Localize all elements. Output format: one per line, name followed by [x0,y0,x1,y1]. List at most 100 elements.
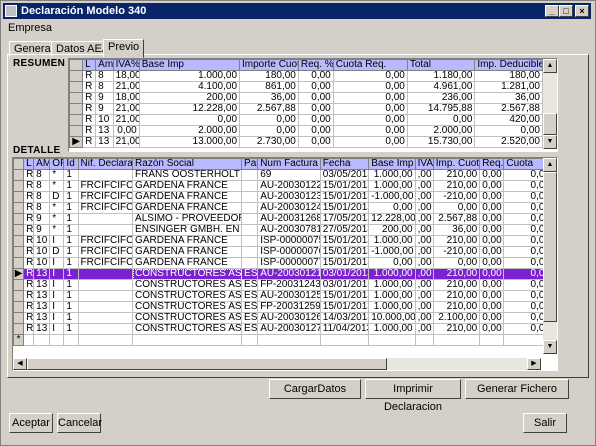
scroll-down-icon[interactable]: ▼ [543,135,557,149]
resumen-cell[interactable]: 0,00 [332,70,408,82]
resumen-cell[interactable]: 2.730,00 [239,136,299,148]
detalle-cell[interactable]: 0,00 [479,191,505,203]
row-indicator[interactable] [13,257,25,269]
detalle-cell[interactable]: AU-20030781 [257,224,321,236]
detalle-cell[interactable]: I [49,312,65,324]
resumen-cell[interactable]: 1.180,00 [406,70,476,82]
detalle-col-header[interactable]: Num Factura [257,158,321,170]
detalle-cell[interactable]: GARDENA FRANCE [132,235,243,247]
detalle-cell[interactable]: 1 [63,224,79,236]
row-indicator[interactable] [13,323,25,335]
detalle-cell[interactable]: -210,00 [432,191,481,203]
row-indicator[interactable] [13,180,25,192]
resumen-cell[interactable]: R [82,114,97,126]
detalle-cell-empty[interactable] [368,334,416,346]
detalle-cell[interactable]: CONSTRUCTORES ASOCIA [132,279,243,291]
detalle-cell[interactable]: 0,00 [432,257,481,269]
salir-button[interactable]: Salir [523,413,567,433]
detalle-row[interactable]: R9*1 ALSIMO - PROVEEDOR S AU-2003126817/05… [13,213,553,225]
resumen-cell[interactable]: 0,00 [332,92,408,104]
detalle-cell[interactable] [241,202,259,214]
detalle-cell[interactable] [241,257,259,269]
detalle-cell[interactable]: 69 [257,169,321,181]
detalle-cell[interactable]: 1.000,00 [368,301,416,313]
resumen-cell[interactable]: 21,00 [112,136,140,148]
resumen-col-header[interactable]: IVA% [112,59,140,71]
detalle-cell[interactable] [241,180,259,192]
detalle-cell[interactable]: 15/01/2013 [319,290,370,302]
resumen-cell[interactable]: 0,00 [332,114,408,126]
detalle-cell[interactable]: ,00 [414,257,434,269]
detalle-cell[interactable]: 1.000,00 [368,268,416,280]
resumen-cell[interactable]: 2.000,00 [138,125,241,137]
detalle-cell[interactable]: ,00 [414,268,434,280]
resumen-vscroll[interactable]: ▲ ▼ [543,59,557,149]
detalle-cell[interactable]: -1.000,00 [368,191,416,203]
detalle-row[interactable]: R10D1FRCIFCIFCIFCGARDENA FRANCE ISP-00000… [13,246,553,258]
detalle-cell[interactable]: ,00 [414,169,434,181]
resumen-cell[interactable]: 2.000,00 [406,125,476,137]
detalle-cell-empty[interactable] [319,334,370,346]
detalle-cell[interactable]: R [23,279,35,291]
aceptar-button[interactable]: Aceptar [9,413,53,433]
detalle-cell[interactable]: FP-20031259 [257,301,321,313]
detalle-cell[interactable]: ,00 [414,191,434,203]
row-indicator[interactable] [69,103,84,115]
detalle-cell[interactable]: GARDENA FRANCE [132,202,243,214]
detalle-cell[interactable] [241,235,259,247]
detalle-cell[interactable]: 15/01/2013 [319,246,370,258]
detalle-cell-empty[interactable] [77,334,134,346]
detalle-cell-empty[interactable] [414,334,434,346]
row-indicator[interactable] [13,191,25,203]
detalle-cell[interactable]: -1.000,00 [368,246,416,258]
detalle-cell[interactable]: I [49,323,65,335]
detalle-cell[interactable]: 03/05/2013 [319,169,370,181]
resumen-row[interactable]: R 13 0,00 2.000,00 0,00 0,00 0,00 2.000,00 0,00 [69,125,543,137]
detalle-col-header[interactable]: Pais [241,158,259,170]
detalle-cell[interactable]: ALSIMO - PROVEEDOR S [132,213,243,225]
resumen-cell[interactable]: 0,00 [239,114,299,126]
detalle-cell[interactable]: 1 [63,268,79,280]
resumen-cell[interactable]: 0,00 [474,125,543,137]
detalle-cell[interactable] [77,224,134,236]
detalle-cell[interactable]: ES [241,268,259,280]
detalle-cell[interactable]: CONSTRUCTORES ASOCIA [132,268,243,280]
resumen-cell[interactable]: 9 [95,103,114,115]
resumen-cell[interactable]: 14.795,88 [406,103,476,115]
generar-fichero-button[interactable]: Generar Fichero [465,379,569,399]
detalle-row[interactable]: R13I1 CONSTRUCTORES ASOCIAESFP-2003125915… [13,301,553,313]
detalle-cell[interactable]: GARDENA FRANCE [132,257,243,269]
row-indicator[interactable] [13,279,25,291]
detalle-cell-empty[interactable] [63,334,79,346]
detalle-cell[interactable]: 0,00 [479,180,505,192]
detalle-cell[interactable]: 8 [33,191,51,203]
detalle-row[interactable]: R8*1FRCIFCIFCIFCGARDENA FRANCE AU-2003012… [13,202,553,214]
detalle-cell[interactable]: 200,00 [368,224,416,236]
detalle-cell[interactable]: ,00 [414,323,434,335]
row-indicator[interactable] [13,312,25,324]
detalle-cell[interactable]: CONSTRUCTORES ASOCIA [132,301,243,313]
detalle-row[interactable]: R10I1FRCIFCIFCIFCGARDENA FRANCE ISP-00000… [13,257,553,269]
detalle-cell[interactable]: 15/01/2013 [319,235,370,247]
detalle-cell[interactable]: 8 [33,169,51,181]
detalle-cell[interactable]: 1 [63,290,79,302]
detalle-cell[interactable]: 1 [63,246,79,258]
detalle-cell[interactable] [77,213,134,225]
detalle-cell[interactable]: 1 [63,301,79,313]
detalle-cell[interactable] [241,191,259,203]
detalle-cell[interactable]: 0,00 [479,257,505,269]
resumen-cell[interactable]: 21,00 [112,114,140,126]
detalle-cell-empty[interactable] [33,334,51,346]
detalle-cell[interactable]: ES [241,312,259,324]
detalle-cell[interactable]: D [49,246,65,258]
resumen-col-header[interactable]: Base Imp [138,59,241,71]
resumen-cell[interactable]: 0,00 [332,136,408,148]
detalle-cell[interactable]: 210,00 [432,301,481,313]
detalle-cell[interactable]: 13 [33,290,51,302]
detalle-cell[interactable]: ,00 [414,224,434,236]
detalle-cell[interactable] [77,312,134,324]
resumen-cell[interactable]: 0,00 [239,125,299,137]
detalle-col-header[interactable]: Razón Social [132,158,243,170]
row-indicator[interactable] [13,246,25,258]
detalle-cell[interactable]: ES [241,279,259,291]
